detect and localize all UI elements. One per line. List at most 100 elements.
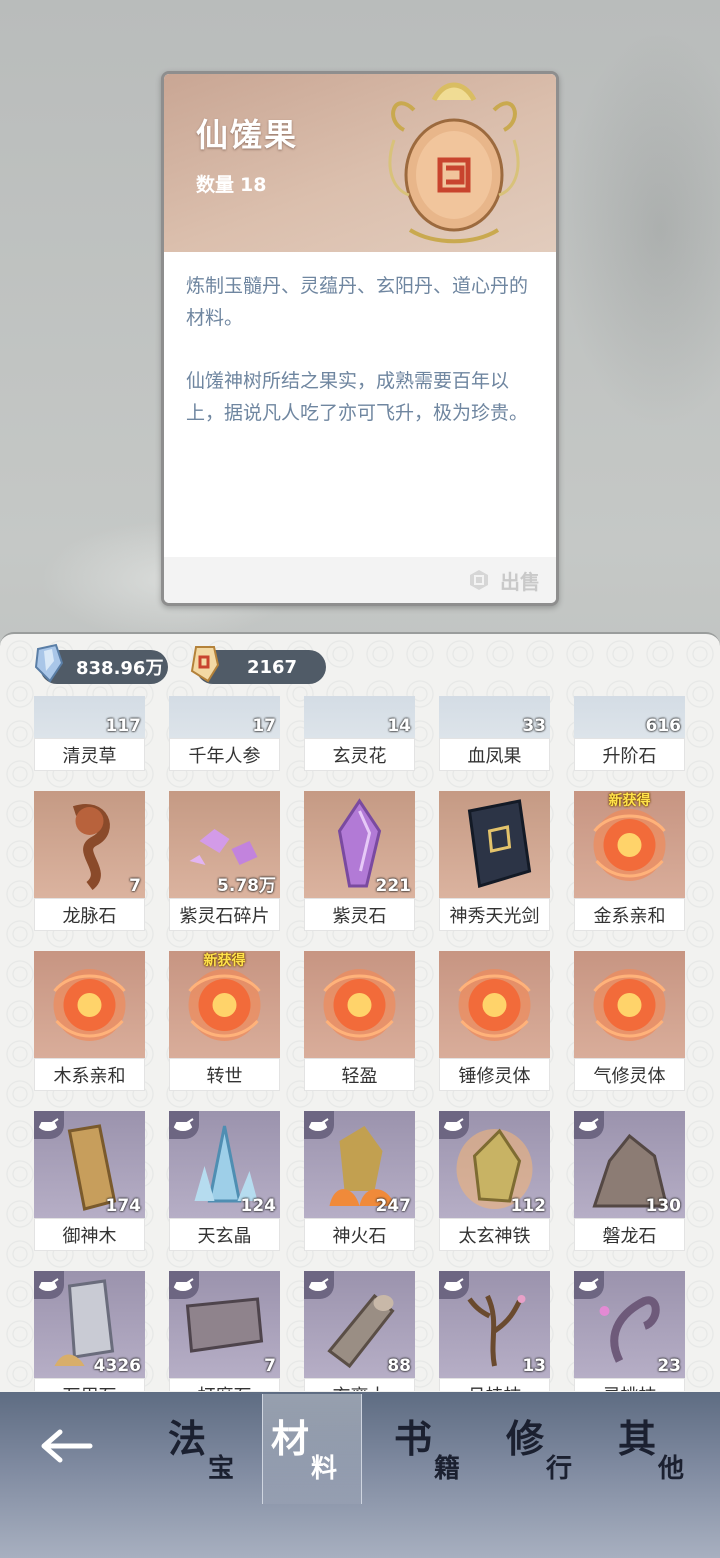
item-name: 木系亲和 — [34, 1058, 145, 1091]
item-cell[interactable]: 247 神火石 — [304, 1111, 415, 1251]
alchemy-lamp-icon — [34, 1271, 64, 1299]
inventory-panel: 838.96万 2167 117 清灵草 17 千年人参 14 玄灵花 33 血凤果 616 升阶… — [0, 632, 720, 1432]
item-cell[interactable]: 神秀天光剑 — [439, 791, 550, 931]
item-cell[interactable]: 气修灵体 — [574, 951, 685, 1091]
item-cell[interactable]: 13 月桂枝 — [439, 1271, 550, 1391]
item-cell[interactable]: 锤修灵体 — [439, 951, 550, 1091]
item-lore-text: 仙馐神树所结之果实，成熟需要百年以上，据说凡人吃了亦可飞升，极为珍贵。 — [186, 370, 529, 424]
alchemy-lamp-icon — [304, 1111, 334, 1139]
item-tile: 14 — [304, 696, 415, 738]
item-tile: 33 — [439, 696, 550, 738]
item-name: 仙馐果 — [196, 116, 299, 154]
alchemy-lamp-icon — [169, 1271, 199, 1299]
item-count-label: 数量 — [196, 174, 235, 196]
item-name: 气修灵体 — [574, 1058, 685, 1091]
item-grid: 117 清灵草 17 千年人参 14 玄灵花 33 血凤果 616 升阶石 7 龙脉石 5.78万 紫灵石… — [34, 696, 694, 1391]
item-quantity: 221 — [375, 876, 412, 896]
item-quantity: 117 — [105, 716, 142, 736]
item-quantity: 4326 — [93, 1356, 141, 1376]
alchemy-lamp-icon — [439, 1271, 469, 1299]
item-count: 数量 18 — [196, 170, 266, 197]
rune-stone-icon — [467, 799, 532, 888]
item-tile: 13 — [439, 1271, 550, 1378]
item-cell[interactable]: 124 天玄晶 — [169, 1111, 280, 1251]
item-tile: 616 — [574, 696, 685, 738]
item-quantity: 247 — [375, 1196, 412, 1216]
tab-cultivation[interactable]: 修 行 — [498, 1404, 598, 1494]
item-quantity: 17 — [252, 716, 276, 736]
item-name: 磐龙石 — [574, 1218, 685, 1251]
item-cell[interactable]: 新获得 金系亲和 — [574, 791, 685, 931]
item-name: 太玄神铁 — [439, 1218, 550, 1251]
item-cell[interactable]: 616 升阶石 — [574, 696, 685, 771]
item-detail-header: 仙馐果 数量 18 — [164, 74, 556, 252]
sell-button[interactable]: 出售 — [164, 557, 556, 603]
item-quantity: 124 — [240, 1196, 277, 1216]
item-name: 金系亲和 — [574, 898, 685, 931]
item-count-value: 18 — [240, 174, 267, 196]
item-cell[interactable]: 88 玄离木 — [304, 1271, 415, 1391]
item-quantity: 13 — [522, 1356, 546, 1376]
item-tile: 174 — [34, 1111, 145, 1218]
item-quantity: 7 — [129, 876, 141, 896]
item-cell[interactable]: 轻盈 — [304, 951, 415, 1091]
fire-orb-icon — [458, 969, 531, 1041]
item-cell[interactable]: 4326 万用石 — [34, 1271, 145, 1391]
item-name: 御神木 — [34, 1218, 145, 1251]
item-cell[interactable]: 14 玄灵花 — [304, 696, 415, 771]
item-cell[interactable]: 5.78万 紫灵石碎片 — [169, 791, 280, 931]
item-quantity: 23 — [657, 1356, 681, 1376]
fire-orb-icon — [53, 969, 126, 1041]
item-cell[interactable]: 7 打磨石 — [169, 1271, 280, 1391]
item-name: 神火石 — [304, 1218, 415, 1251]
item-quantity: 33 — [522, 716, 546, 736]
new-badge: 新获得 — [608, 793, 651, 809]
item-cell[interactable]: 7 龙脉石 — [34, 791, 145, 931]
tab-cultivation-small: 行 — [546, 1454, 573, 1484]
item-grid-viewport[interactable]: 117 清灵草 17 千年人参 14 玄灵花 33 血凤果 616 升阶石 7 龙脉石 5.78万 紫灵石… — [0, 696, 720, 1391]
item-quantity: 5.78万 — [217, 876, 276, 896]
item-cell[interactable]: 23 灵桃枝 — [574, 1271, 685, 1391]
item-tile — [574, 951, 685, 1058]
item-quantity: 616 — [645, 716, 682, 736]
item-tile: 4326 — [34, 1271, 145, 1378]
item-name: 月桂枝 — [439, 1378, 550, 1391]
item-quantity: 112 — [510, 1196, 547, 1216]
tab-materials[interactable]: 材 料 — [262, 1394, 362, 1504]
item-tile — [439, 951, 550, 1058]
item-name: 升阶石 — [574, 738, 685, 771]
alchemy-lamp-icon — [439, 1111, 469, 1139]
item-cell[interactable]: 112 太玄神铁 — [439, 1111, 550, 1251]
tab-books[interactable]: 书 籍 — [386, 1404, 486, 1494]
item-cell[interactable]: 木系亲和 — [34, 951, 145, 1091]
item-name: 龙脉石 — [34, 898, 145, 931]
gold-token-icon — [190, 646, 220, 683]
item-row: 4326 万用石 7 打磨石 88 玄离木 13 月桂枝 23 灵桃枝 — [34, 1271, 694, 1391]
item-quantity: 174 — [105, 1196, 142, 1216]
tab-other-small: 他 — [658, 1454, 685, 1484]
item-name: 轻盈 — [304, 1058, 415, 1091]
item-tile: 5.78万 — [169, 791, 280, 898]
tab-treasure-small: 宝 — [208, 1454, 235, 1484]
tab-other[interactable]: 其 他 — [610, 1404, 710, 1494]
item-cell[interactable]: 新获得 转世 — [169, 951, 280, 1091]
item-tile: 117 — [34, 696, 145, 738]
item-tile: 7 — [169, 1271, 280, 1378]
tab-treasure[interactable]: 法 宝 — [160, 1404, 260, 1494]
item-tile: 23 — [574, 1271, 685, 1378]
sell-label: 出售 — [500, 569, 540, 594]
fire-orb-icon — [323, 969, 396, 1041]
item-cell[interactable]: 33 血凤果 — [439, 696, 550, 771]
item-tile: 247 — [304, 1111, 415, 1218]
item-cell[interactable]: 17 千年人参 — [169, 696, 280, 771]
item-row: 174 御神木 124 天玄晶 247 神火石 112 太玄神铁 130 磐龙石 — [34, 1111, 694, 1271]
item-cell[interactable]: 130 磐龙石 — [574, 1111, 685, 1251]
item-tile: 7 — [34, 791, 145, 898]
item-tile: 88 — [304, 1271, 415, 1378]
spirit-stone-balance: 838.96万 — [34, 643, 168, 684]
item-cell[interactable]: 117 清灵草 — [34, 696, 145, 771]
back-arrow-icon[interactable] — [38, 1426, 94, 1466]
tab-treasure-big: 法 — [168, 1417, 207, 1461]
item-cell[interactable]: 221 紫灵石 — [304, 791, 415, 931]
item-cell[interactable]: 174 御神木 — [34, 1111, 145, 1251]
